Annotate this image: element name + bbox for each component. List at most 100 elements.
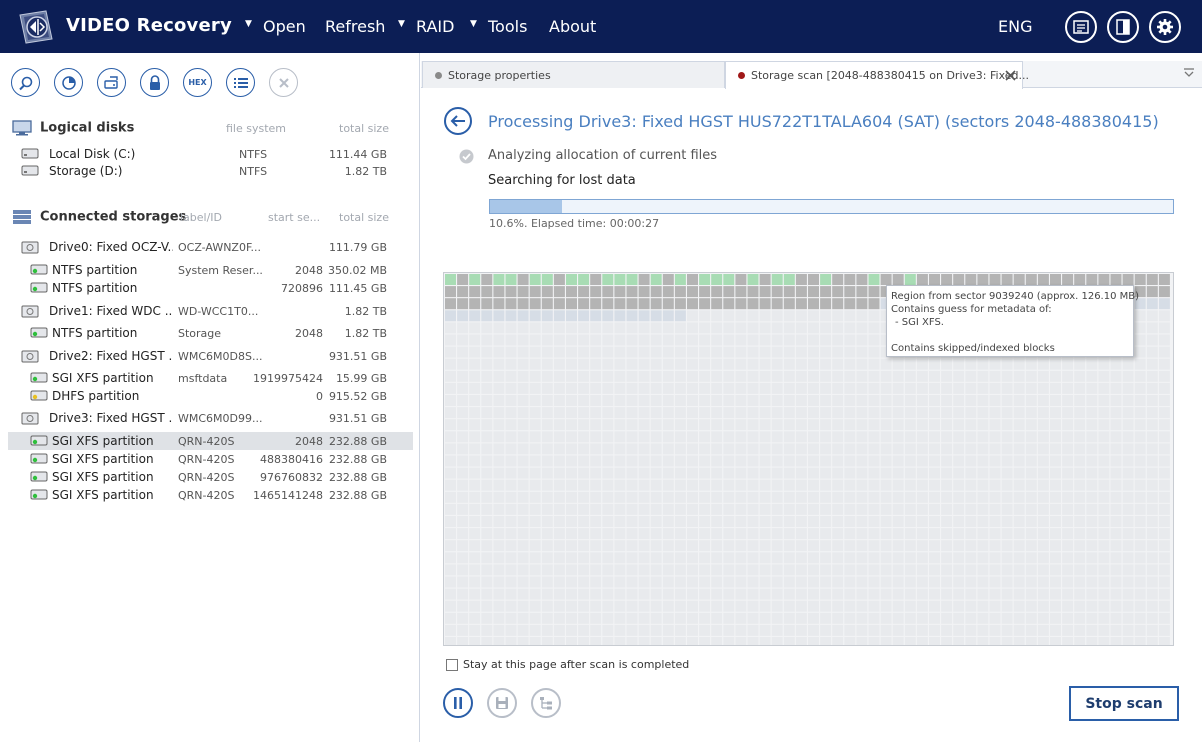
disk-block[interactable]	[674, 419, 686, 431]
disk-block[interactable]	[747, 564, 759, 576]
disk-block[interactable]	[638, 310, 650, 322]
disk-block[interactable]	[469, 274, 481, 285]
disk-block[interactable]	[626, 637, 638, 646]
disk-block[interactable]	[868, 588, 880, 600]
disk-block[interactable]	[566, 637, 577, 646]
tab-storage-properties[interactable]: Storage properties	[422, 61, 725, 88]
disk-block[interactable]	[1050, 431, 1061, 443]
disk-block[interactable]	[856, 479, 868, 491]
disk-block[interactable]	[650, 612, 662, 624]
disk-block[interactable]	[1134, 540, 1146, 552]
disk-block[interactable]	[469, 455, 481, 467]
disk-block[interactable]	[699, 395, 711, 406]
disk-block[interactable]	[1037, 564, 1049, 576]
disk-block[interactable]	[590, 576, 602, 588]
disk-block[interactable]	[977, 588, 989, 600]
disk-block[interactable]	[553, 516, 565, 527]
disk-block[interactable]	[771, 491, 783, 503]
disk-block[interactable]	[445, 576, 456, 588]
disk-block[interactable]	[614, 407, 626, 419]
disk-block[interactable]	[553, 419, 565, 431]
disk-block[interactable]	[844, 431, 856, 443]
disk-block[interactable]	[1158, 382, 1170, 394]
disk-block[interactable]	[699, 600, 711, 612]
disk-block[interactable]	[590, 443, 602, 455]
disk-block[interactable]	[929, 637, 940, 646]
disk-block[interactable]	[590, 382, 602, 394]
disk-block[interactable]	[783, 503, 795, 515]
close-storage-button[interactable]	[269, 68, 298, 97]
disk-block[interactable]	[844, 576, 856, 588]
disk-block[interactable]	[711, 310, 723, 322]
tab-list-dropdown-icon[interactable]	[1183, 68, 1195, 78]
disk-block[interactable]	[517, 564, 529, 576]
disk-block[interactable]	[638, 528, 650, 540]
disk-block[interactable]	[844, 564, 856, 576]
disk-block[interactable]	[1037, 382, 1049, 394]
disk-block[interactable]	[953, 431, 965, 443]
disk-block[interactable]	[1110, 382, 1122, 394]
disk-block[interactable]	[868, 395, 880, 406]
disk-block[interactable]	[965, 552, 977, 564]
partition-row[interactable]: SGI XFS partition QRN-420S 976760832 232.88…	[8, 468, 413, 486]
find-button[interactable]	[11, 68, 40, 97]
disk-block[interactable]	[1146, 395, 1158, 406]
disk-block[interactable]	[541, 600, 553, 612]
disk-block[interactable]	[904, 564, 916, 576]
disk-block[interactable]	[759, 479, 771, 491]
disk-block[interactable]	[1086, 491, 1098, 503]
disk-block[interactable]	[1158, 370, 1170, 382]
disk-block[interactable]	[687, 455, 698, 467]
disk-block[interactable]	[795, 370, 807, 382]
disk-block[interactable]	[687, 310, 698, 322]
disk-block[interactable]	[1001, 588, 1013, 600]
disk-block[interactable]	[529, 382, 541, 394]
disk-block[interactable]	[904, 552, 916, 564]
disk-block[interactable]	[1122, 358, 1134, 370]
disk-block[interactable]	[469, 479, 481, 491]
disk-block[interactable]	[844, 382, 856, 394]
disk-block[interactable]	[904, 528, 916, 540]
disk-block[interactable]	[820, 274, 832, 285]
disk-block[interactable]	[1134, 528, 1146, 540]
disk-block[interactable]	[1050, 564, 1061, 576]
disk-block[interactable]	[916, 503, 928, 515]
disk-block[interactable]	[590, 600, 602, 612]
disk-block[interactable]	[1050, 576, 1061, 588]
disk-block[interactable]	[614, 443, 626, 455]
disk-block[interactable]	[1001, 479, 1013, 491]
disk-block[interactable]	[953, 576, 965, 588]
disk-block[interactable]	[505, 624, 517, 636]
disk-block[interactable]	[529, 467, 541, 479]
disk-block[interactable]	[711, 503, 723, 515]
disk-block[interactable]	[662, 600, 674, 612]
disk-block[interactable]	[1146, 322, 1158, 334]
disk-block[interactable]	[626, 407, 638, 419]
disk-block[interactable]	[517, 612, 529, 624]
disk-block[interactable]	[1158, 419, 1170, 431]
disk-block[interactable]	[699, 310, 711, 322]
disk-block[interactable]	[808, 564, 819, 576]
disk-block[interactable]	[868, 516, 880, 527]
disk-block[interactable]	[856, 322, 868, 334]
disk-block[interactable]	[1086, 637, 1098, 646]
disk-block[interactable]	[638, 564, 650, 576]
disk-block[interactable]	[578, 382, 590, 394]
disk-block[interactable]	[699, 274, 711, 285]
disk-block[interactable]	[457, 419, 469, 431]
disk-block[interactable]	[1050, 443, 1061, 455]
disk-block[interactable]	[1146, 443, 1158, 455]
disk-block[interactable]	[965, 612, 977, 624]
disk-block[interactable]	[505, 552, 517, 564]
disk-block[interactable]	[662, 552, 674, 564]
disk-block[interactable]	[808, 528, 819, 540]
disk-block[interactable]	[929, 528, 940, 540]
disk-block[interactable]	[626, 624, 638, 636]
disk-block[interactable]	[771, 503, 783, 515]
disk-block[interactable]	[723, 334, 735, 346]
disk-block[interactable]	[638, 322, 650, 334]
disk-block[interactable]	[820, 491, 832, 503]
disk-block[interactable]	[445, 540, 456, 552]
disk-block[interactable]	[517, 455, 529, 467]
disk-block[interactable]	[638, 637, 650, 646]
